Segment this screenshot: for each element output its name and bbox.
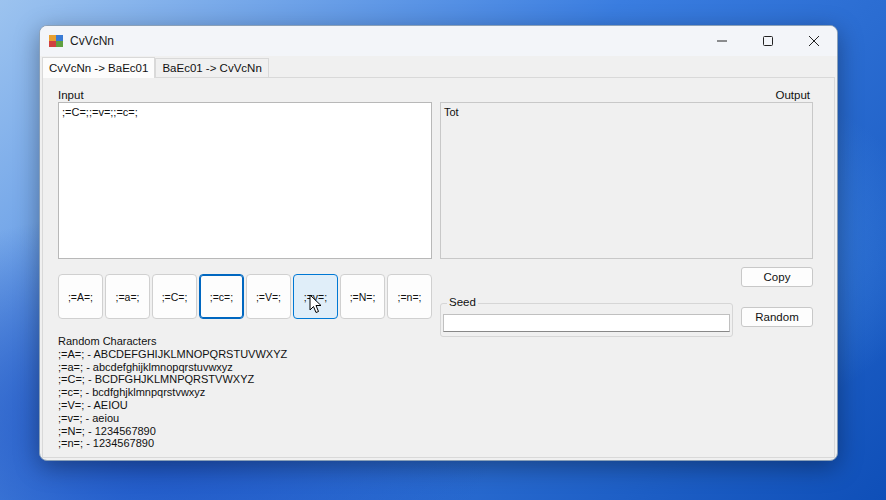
- maximize-icon: [762, 35, 774, 47]
- output-label: Output: [775, 88, 810, 102]
- window-title: CvVcNn: [70, 34, 699, 48]
- seed-group: Seed: [440, 303, 733, 337]
- help-title: Random Characters: [58, 335, 432, 348]
- help-line: ;=n=; - 1234567890: [58, 437, 432, 450]
- tab[interactable]: CvVcNn -> BaEc01: [42, 57, 155, 78]
- insert-button[interactable]: ;=n=;: [387, 274, 432, 319]
- insert-button[interactable]: ;=C=;: [152, 274, 197, 319]
- help-line: ;=a=; - abcdefghijklmnopqrstuvwxyz: [58, 361, 432, 374]
- help-line: ;=c=; - bcdfghjklmnpqrstvwxyz: [58, 386, 432, 399]
- app-window: CvVcNnCvVcNn -> BaEc01BaEc01 -> CvVcNnIn…: [39, 25, 838, 461]
- output-textbox[interactable]: Tot: [440, 102, 813, 259]
- random-button[interactable]: Random: [741, 307, 813, 327]
- help-line: ;=A=; - ABCDEFGHIJKLMNOPQRSTUVWXYZ: [58, 348, 432, 361]
- tab-strip: CvVcNn -> BaEc01BaEc01 -> CvVcNn: [40, 56, 837, 77]
- input-label: Input: [58, 88, 84, 102]
- insert-button[interactable]: ;=a=;: [105, 274, 150, 319]
- app-icon: [48, 33, 64, 49]
- random-characters-help: Random Characters;=A=; - ABCDEFGHIJKLMNO…: [58, 335, 432, 450]
- help-line: ;=V=; - AEIOU: [58, 399, 432, 412]
- insert-button[interactable]: ;=c=;: [199, 274, 244, 319]
- desktop: CvVcNnCvVcNn -> BaEc01BaEc01 -> CvVcNnIn…: [0, 0, 886, 500]
- input-textbox[interactable]: ;=C=;;=v=;;=c=;: [58, 102, 432, 259]
- help-line: ;=N=; - 1234567890: [58, 425, 432, 438]
- minimize-button[interactable]: [699, 26, 745, 56]
- minimize-icon: [716, 35, 728, 47]
- mouse-pointer-icon: [309, 294, 323, 314]
- help-line: ;=C=; - BCDFGHJKLMNPQRSTVWXYZ: [58, 373, 432, 386]
- insert-button[interactable]: ;=A=;: [58, 274, 103, 319]
- maximize-button[interactable]: [745, 26, 791, 56]
- help-line: ;=v=; - aeiou: [58, 412, 432, 425]
- insert-button[interactable]: ;=N=;: [340, 274, 385, 319]
- close-button[interactable]: [791, 26, 837, 56]
- tab-page: Input Output ;=C=;;=v=;;=c=;Tot ;=A=;;=a=;;…: [42, 77, 835, 458]
- tab[interactable]: BaEc01 -> CvVcNn: [155, 58, 268, 77]
- close-icon: [808, 35, 820, 47]
- insert-button[interactable]: ;=V=;: [246, 274, 291, 319]
- seed-label: Seed: [447, 296, 478, 308]
- seed-textbox[interactable]: [443, 314, 730, 332]
- title-bar[interactable]: CvVcNn: [40, 26, 837, 56]
- copy-button[interactable]: Copy: [741, 267, 813, 287]
